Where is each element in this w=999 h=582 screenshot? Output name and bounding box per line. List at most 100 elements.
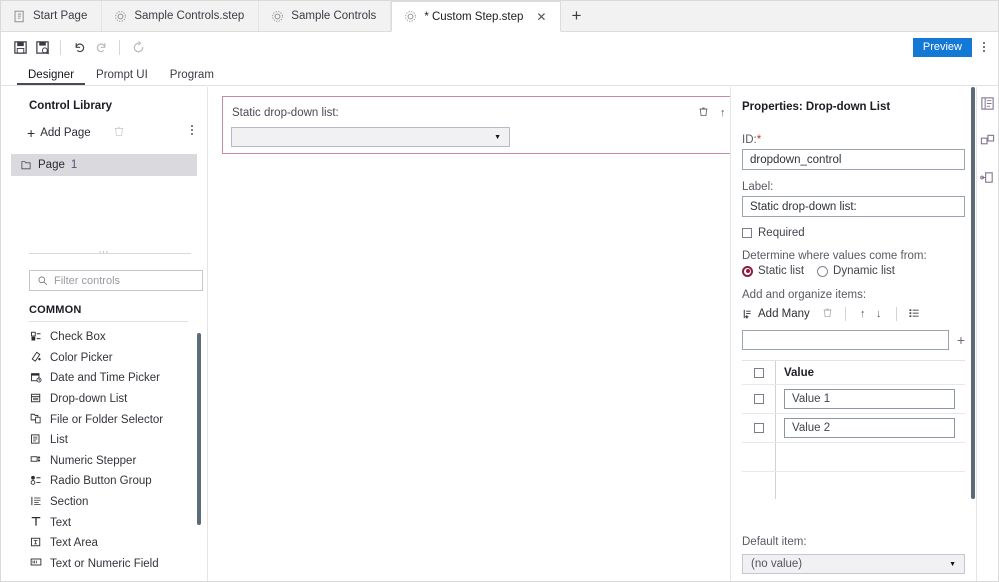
row-select-cell[interactable] <box>742 414 776 442</box>
gear-icon <box>405 11 417 22</box>
table-row[interactable]: Value 1 <box>742 385 965 414</box>
new-tab-button[interactable]: + <box>561 1 591 31</box>
page-icon <box>21 161 31 170</box>
tab-custom-step-step[interactable]: * Custom Step.step ✕ <box>391 1 562 32</box>
text-area-icon <box>29 536 42 551</box>
preview-button[interactable]: Preview <box>912 38 972 57</box>
text-icon <box>29 515 42 530</box>
radio-group-icon <box>29 474 42 489</box>
row-checkbox[interactable] <box>753 423 764 433</box>
list-options-icon <box>909 308 919 317</box>
move-control-up-button[interactable]: ↑ <box>720 107 726 119</box>
radio-dynamic-list-indicator[interactable] <box>817 265 829 277</box>
select-all-cell[interactable] <box>742 361 776 384</box>
move-item-up-button[interactable]: ↑ <box>855 308 871 320</box>
row-value-cell[interactable]: Value 2 <box>776 418 965 438</box>
tab-start-page[interactable]: Start Page <box>1 1 103 31</box>
control-item-text[interactable]: Text <box>1 512 207 533</box>
data-bindings-icon[interactable] <box>980 133 996 149</box>
page-list-item[interactable]: Page 1 <box>11 154 197 176</box>
toolbar-divider-2 <box>119 39 120 55</box>
table-row[interactable]: Value 2 <box>742 414 965 443</box>
new-item-input[interactable] <box>742 330 949 350</box>
control-item-drop-down-list[interactable]: Drop-down List <box>1 389 207 410</box>
tab-designer[interactable]: Designer <box>17 69 85 85</box>
tab-prompt-ui[interactable]: Prompt UI <box>85 69 159 85</box>
radio-static-list[interactable]: Static list <box>742 265 804 277</box>
document-icon <box>14 10 24 22</box>
filter-controls-input[interactable] <box>54 274 184 287</box>
control-item-color-picker[interactable]: Color Picker <box>1 348 207 369</box>
redo-icon <box>96 42 105 52</box>
control-item-file-or-folder-selector[interactable]: File or Folder Selector <box>1 409 207 430</box>
properties-panel-icon[interactable] <box>980 96 996 112</box>
radio-dynamic-list-label: Dynamic list <box>833 265 895 277</box>
delete-page-button[interactable] <box>113 124 125 142</box>
default-item-select[interactable]: (no value) ▼ <box>742 554 965 574</box>
add-page-button[interactable]: + Add Page <box>27 126 91 140</box>
id-field[interactable]: dropdown_control <box>742 149 965 170</box>
required-checkbox[interactable] <box>742 228 752 238</box>
control-item-label: List <box>50 434 68 447</box>
control-list-scrollbar[interactable] <box>197 333 201 525</box>
label-field[interactable]: Static drop-down list: <box>742 196 965 217</box>
add-many-button[interactable]: Add Many <box>742 308 810 320</box>
row-checkbox[interactable] <box>753 394 764 404</box>
calendar-clock-icon <box>29 371 42 386</box>
new-item-row: + <box>742 330 965 350</box>
check-box-icon <box>29 330 42 345</box>
delete-control-button[interactable] <box>698 106 709 120</box>
table-header-row: Value <box>742 361 965 385</box>
row-select-cell[interactable] <box>742 385 776 413</box>
tab-program[interactable]: Program <box>159 69 225 85</box>
row-value-input[interactable]: Value 2 <box>784 418 955 438</box>
add-item-button[interactable]: + <box>957 333 965 347</box>
control-library-panel: Control Library + Add Page Page 1 ⋯ Filt… <box>1 87 208 581</box>
radio-dynamic-list[interactable]: Dynamic list <box>817 265 895 277</box>
select-all-checkbox[interactable] <box>753 367 764 378</box>
kebab-dot <box>983 50 985 52</box>
list-icon <box>29 433 42 448</box>
required-checkbox-row[interactable]: Required <box>731 227 976 239</box>
row-value-input[interactable]: Value 1 <box>784 389 955 409</box>
control-item-list[interactable]: List <box>1 430 207 451</box>
chevron-down-icon: ▼ <box>949 560 956 568</box>
toolbar-overflow-menu[interactable] <box>976 37 992 57</box>
list-options-button[interactable] <box>906 307 922 322</box>
close-icon[interactable]: ✕ <box>536 11 546 23</box>
move-item-down-button[interactable]: ↓ <box>871 308 887 320</box>
id-label-text: ID: <box>742 134 757 146</box>
page-overflow-menu[interactable] <box>191 125 193 135</box>
kebab-dot <box>983 46 985 48</box>
panel-resize-handle[interactable]: ⋯ <box>99 247 110 258</box>
control-item-check-box[interactable]: Check Box <box>1 327 207 348</box>
layout-icon[interactable] <box>979 170 996 186</box>
color-picker-icon <box>29 350 42 365</box>
properties-scrollbar[interactable] <box>971 87 975 499</box>
save-button[interactable] <box>9 36 31 58</box>
refresh-button[interactable] <box>127 36 149 58</box>
designer-canvas[interactable]: Static drop-down list: ▼ ↑ ↓ <box>209 87 768 581</box>
filter-controls-box[interactable] <box>29 270 203 291</box>
save-as-button[interactable] <box>31 36 53 58</box>
control-item-text-area[interactable]: Text Area <box>1 533 207 554</box>
control-item-numeric-stepper[interactable]: Numeric Stepper <box>1 451 207 472</box>
radio-static-list-indicator[interactable] <box>742 265 753 277</box>
dropdown-select[interactable]: ▼ <box>231 127 510 147</box>
control-item-section[interactable]: Section <box>1 492 207 513</box>
required-mark: * <box>756 134 762 146</box>
tab-sample-controls[interactable]: Sample Controls <box>259 1 392 31</box>
control-item-text-or-numeric-field[interactable]: Text or Numeric Field <box>1 554 207 575</box>
tab-label: Start Page <box>33 10 88 22</box>
undo-button[interactable] <box>68 36 90 58</box>
control-item-label: Text or Numeric Field <box>50 557 159 570</box>
control-item-radio-button-group[interactable]: Radio Button Group <box>1 471 207 492</box>
tab-sample-controls-step[interactable]: Sample Controls.step <box>102 1 260 31</box>
tab-label: * Custom Step.step <box>424 10 524 23</box>
selected-control-dropdown[interactable]: Static drop-down list: ▼ ↑ ↓ <box>222 96 752 154</box>
row-value-cell[interactable]: Value 1 <box>776 389 965 409</box>
redo-button[interactable] <box>90 36 112 58</box>
control-list: Check Box Color Picker Date and Time Pic… <box>1 327 207 581</box>
delete-item-button[interactable] <box>820 307 836 321</box>
control-item-date-and-time-picker[interactable]: Date and Time Picker <box>1 368 207 389</box>
